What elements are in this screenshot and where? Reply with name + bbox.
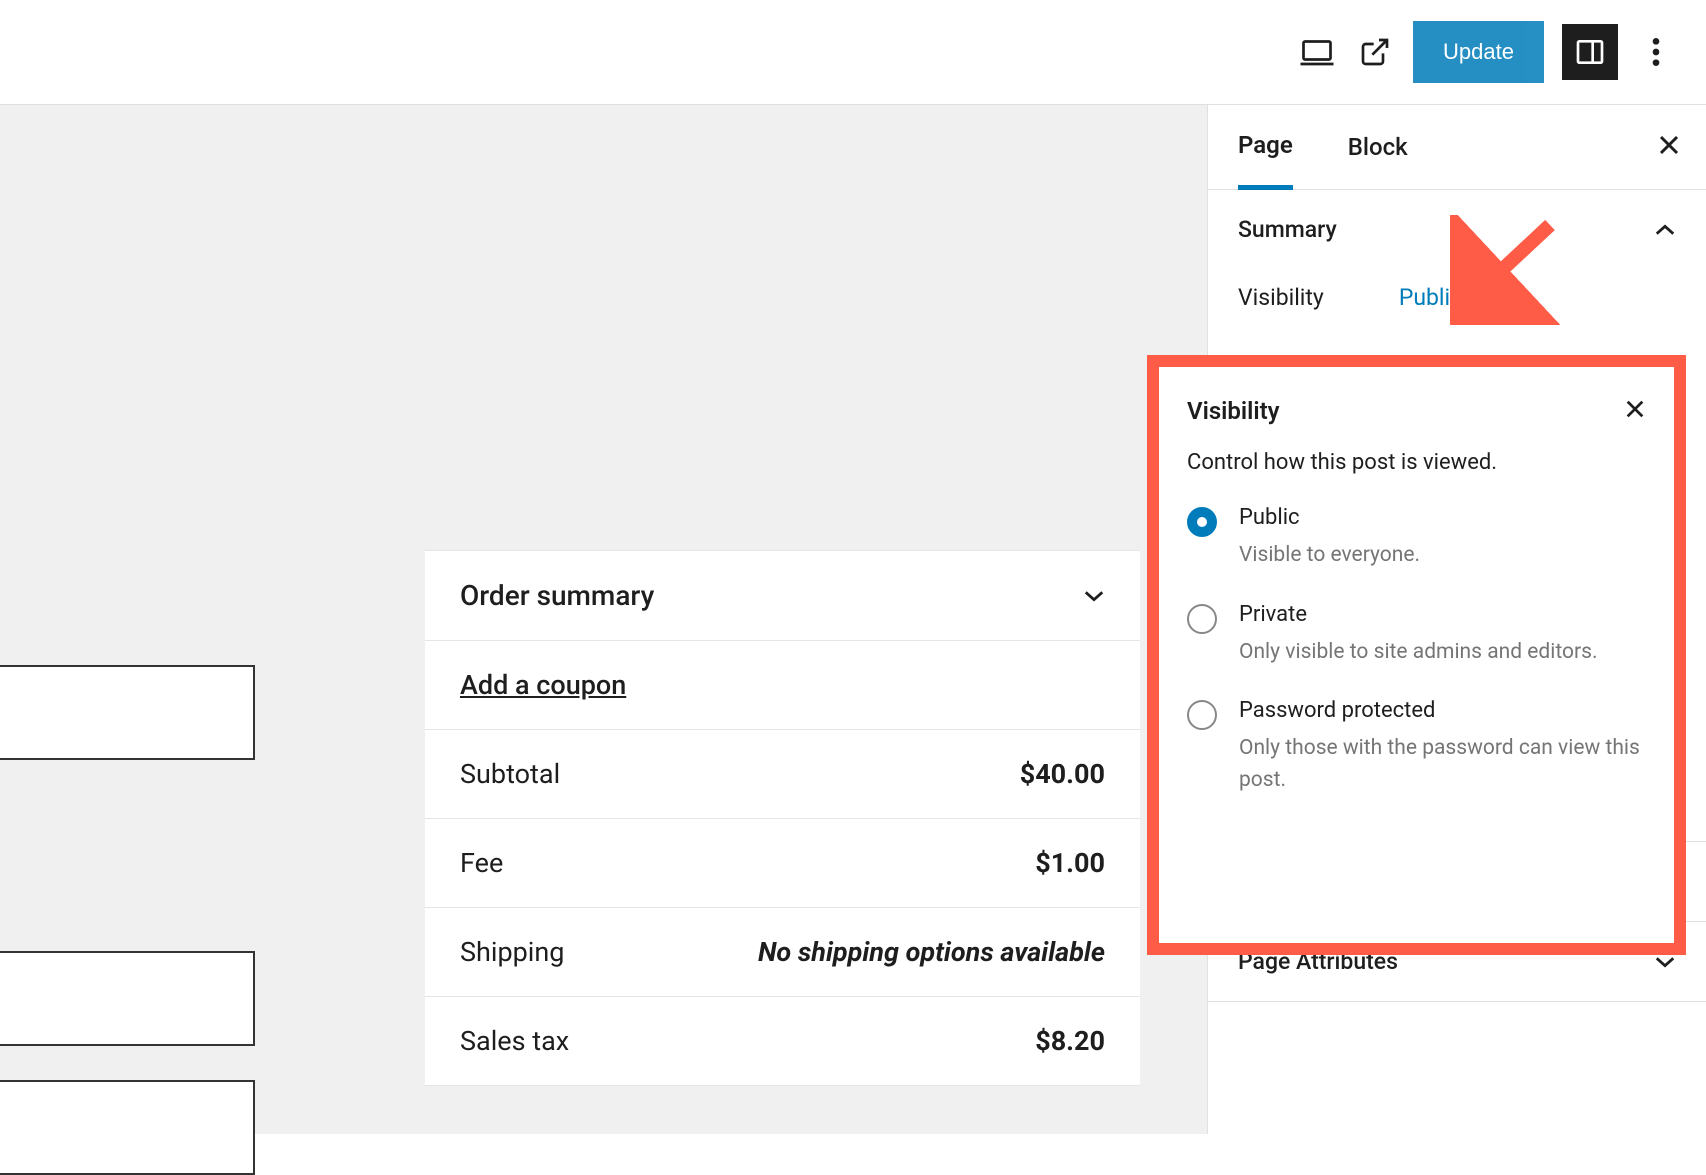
chevron-down-icon[interactable] [1083, 584, 1105, 608]
subtotal-row: Subtotal $40.00 [425, 730, 1140, 819]
option-label: Public [1239, 505, 1420, 530]
option-desc: Only those with the password can view th… [1239, 733, 1646, 796]
visibility-option-private[interactable]: Private Only visible to site admins and … [1187, 602, 1646, 669]
update-button[interactable]: Update [1413, 21, 1544, 83]
device-preview-icon[interactable] [1297, 32, 1337, 72]
popover-title: Visibility [1187, 397, 1280, 425]
shipping-label: Shipping [460, 936, 564, 968]
shipping-value: No shipping options available [758, 936, 1105, 968]
editor-toolbar: Update [0, 0, 1706, 105]
visibility-row: Visibility Public [1208, 269, 1706, 341]
tax-row: Sales tax $8.20 [425, 997, 1140, 1086]
form-field[interactable] [0, 665, 255, 760]
sidebar-tabs: Page Block [1208, 105, 1706, 190]
fee-label: Fee [460, 847, 503, 879]
option-label: Password protected [1239, 698, 1646, 723]
order-summary-header[interactable]: Order summary [425, 550, 1140, 641]
order-summary-title: Order summary [460, 579, 654, 612]
radio-unselected-icon [1187, 604, 1217, 634]
close-sidebar-icon[interactable] [1657, 133, 1681, 161]
tab-page[interactable]: Page [1238, 105, 1293, 190]
subtotal-label: Subtotal [460, 758, 560, 790]
visibility-option-password[interactable]: Password protected Only those with the p… [1187, 698, 1646, 796]
option-desc: Only visible to site admins and editors. [1239, 637, 1598, 669]
visibility-value-link[interactable]: Public [1399, 284, 1462, 311]
form-field[interactable] [0, 951, 255, 1046]
shipping-row: Shipping No shipping options available [425, 908, 1140, 997]
popover-description: Control how this post is viewed. [1187, 450, 1646, 475]
tax-label: Sales tax [460, 1025, 569, 1057]
form-field[interactable] [0, 1080, 255, 1175]
visibility-popover: Visibility Control how this post is view… [1147, 355, 1686, 955]
external-link-icon[interactable] [1355, 32, 1395, 72]
summary-panel-header[interactable]: Summary [1208, 190, 1706, 269]
visibility-label: Visibility [1238, 284, 1324, 311]
tax-value: $8.20 [1035, 1025, 1105, 1057]
settings-sidebar-toggle[interactable] [1562, 24, 1618, 80]
chevron-up-icon [1654, 216, 1676, 243]
subtotal-value: $40.00 [1020, 758, 1105, 790]
visibility-option-public[interactable]: Public Visible to everyone. [1187, 505, 1646, 572]
more-options-icon[interactable] [1636, 24, 1676, 80]
summary-title: Summary [1238, 216, 1337, 243]
coupon-row: Add a coupon [425, 641, 1140, 730]
order-summary-block: Order summary Add a coupon Subtotal $40.… [425, 550, 1140, 1086]
add-coupon-link[interactable]: Add a coupon [460, 669, 626, 701]
tab-block[interactable]: Block [1348, 105, 1408, 190]
close-popover-icon[interactable] [1624, 398, 1646, 424]
fee-row: Fee $1.00 [425, 819, 1140, 908]
fee-value: $1.00 [1035, 847, 1105, 879]
option-label: Private [1239, 602, 1598, 627]
editor-canvas: Order summary Add a coupon Subtotal $40.… [0, 105, 1207, 1134]
radio-selected-icon [1187, 507, 1217, 537]
radio-unselected-icon [1187, 700, 1217, 730]
option-desc: Visible to everyone. [1239, 540, 1420, 572]
